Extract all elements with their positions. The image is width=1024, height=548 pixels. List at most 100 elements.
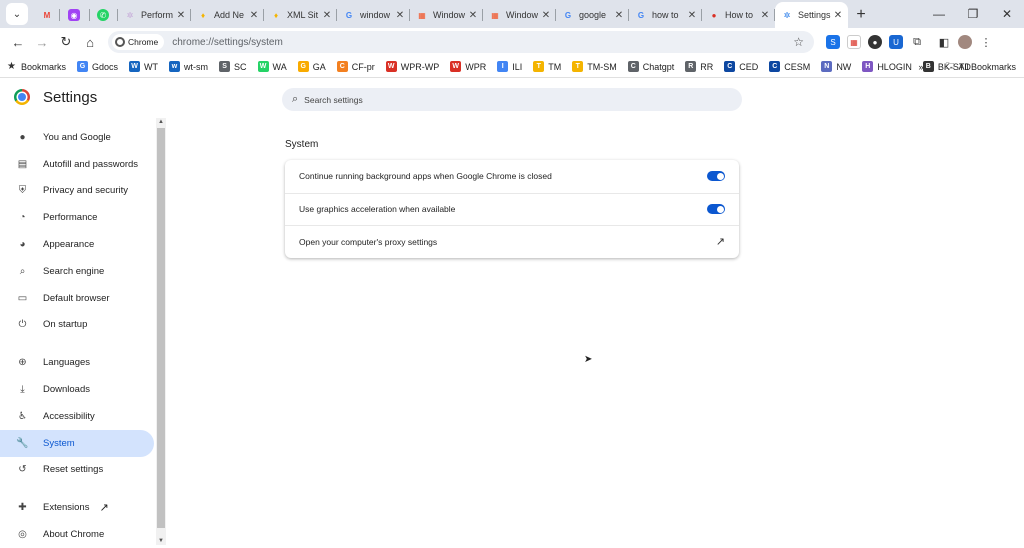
external-link-icon[interactable]: ↗ [716,235,725,248]
tab-0[interactable]: ✲ Perform ✕ [118,2,191,28]
graphics-acceleration-row[interactable]: Use graphics acceleration when available [285,192,739,226]
pinned-tab-gmail[interactable]: M [34,2,60,28]
sidebar-item-about-chrome[interactable]: ◎ About Chrome [0,521,156,548]
bookmark-item[interactable]: C CF-pr [336,61,375,72]
close-tab-icon[interactable]: ✕ [686,10,698,21]
scrollbar-thumb[interactable] [157,128,165,528]
sidebar-scrollbar[interactable]: ▲ ▼ [156,118,166,545]
forward-button[interactable]: → [30,30,54,54]
tab-5[interactable]: ▦ Window ✕ [483,2,556,28]
close-window-button[interactable]: ✕ [990,0,1024,28]
sidebar-item-default-browser[interactable]: ▭ Default browser [0,285,156,312]
sidebar-item-accessibility[interactable]: ♿ Accessibility [0,403,156,430]
search-input[interactable]: ⌕ Search settings [282,88,742,111]
proxy-settings-row[interactable]: Open your computer's proxy settings ↗ [285,225,739,258]
tab-title: Window [433,10,466,20]
bookmark-item[interactable]: T TM-SM [572,61,617,72]
mouse-cursor-icon: ➤ [584,354,593,365]
bookmark-item[interactable]: H HLOGIN [862,61,912,72]
sidebar-item-performance[interactable]: ◔ Performance [0,204,156,231]
all-bookmarks-button[interactable]: All Bookmarks [958,62,1016,72]
bookmark-item[interactable]: w wt-sm [169,61,208,72]
home-button[interactable]: ⌂ [78,30,102,54]
sidebar-item-reset-settings[interactable]: ↺ Reset settings [0,457,156,484]
menu-icon[interactable]: ⋮ [979,35,993,49]
minimize-button[interactable]: — [922,0,956,28]
close-tab-icon[interactable]: ✕ [759,10,771,21]
sidebar-item-downloads[interactable]: ⤓ Downloads [0,376,156,403]
extension-icon[interactable]: ● [868,35,882,49]
pinned-tab-app[interactable]: ◉ [60,2,90,28]
calendar-icon[interactable]: ▦ [847,35,861,49]
sidebar-item-privacy-and-security[interactable]: ⛨ Privacy and security [0,178,156,205]
bookmark-item[interactable]: W WT [129,61,158,72]
site-info-chip[interactable]: Chrome [112,34,165,50]
bookmark-item[interactable]: ★ Bookmarks [6,61,66,72]
tab-search-button[interactable]: ⌄ [6,3,28,25]
tab-7[interactable]: Ghow to ✕ [629,2,702,28]
window-controls: — ❐ ✕ [922,0,1024,28]
tab-9[interactable]: ✲ Settings ✕ [775,2,848,28]
sidebar-item-you-and-google[interactable]: ● You and Google [0,124,156,151]
graphics-acceleration-toggle[interactable] [707,204,725,215]
bookmarks-overflow-icon[interactable]: » [918,62,923,72]
tab-title: XML Sit [287,10,319,20]
sidebar-item-autofill-and-passwords[interactable]: ▤ Autofill and passwords [0,151,156,178]
tab-1[interactable]: ♦ Add Ne ✕ [191,2,264,28]
scroll-down-icon[interactable]: ▼ [158,538,164,544]
sidebar-item-extensions[interactable]: ✚ Extensions ↗ [0,494,156,521]
puzzle-icon[interactable]: ⧉ [910,35,924,49]
sidebar-item-appearance[interactable]: ◕ Appearance [0,231,156,258]
bookmark-item[interactable]: S SC [219,61,247,72]
bookmark-item[interactable]: W WA [257,61,287,72]
close-tab-icon[interactable]: ✕ [394,10,406,21]
side-panel-icon[interactable]: ◧ [937,35,951,49]
sidebar-item-label: Accessibility [43,410,95,422]
close-tab-icon[interactable]: ✕ [321,10,333,21]
omnibox[interactable]: Chrome chrome://settings/system ☆ [108,31,814,53]
close-tab-icon[interactable]: ✕ [467,10,479,21]
tab-2[interactable]: ♦ XML Sit ✕ [264,2,337,28]
tab-8[interactable]: ● How to ✕ [702,2,775,28]
bookmark-item[interactable]: C CESM [769,61,810,72]
bookmark-item[interactable]: C Chatgpt [627,61,674,72]
sidebar-item-languages[interactable]: ⊕ Languages [0,349,156,376]
tab-4[interactable]: ▦ Window ✕ [410,2,483,28]
extension-icon[interactable]: S [826,35,840,49]
bookmark-item[interactable]: I ILI [497,61,522,72]
extension-icon[interactable]: U [889,35,903,49]
bookmark-item[interactable]: G Gdocs [77,61,118,72]
sidebar-item-system[interactable]: 🔧 System [0,429,154,457]
tab-title: How to [725,10,754,20]
pinned-tab-whatsapp[interactable]: ✆ [90,2,118,28]
close-tab-icon[interactable]: ✕ [613,10,625,21]
sidebar-divider [0,338,156,349]
background-apps-toggle[interactable] [707,171,725,182]
close-tab-icon[interactable]: ✕ [832,10,844,21]
background-apps-row[interactable]: Continue running background apps when Go… [285,160,739,193]
bookmark-item[interactable]: T TM [533,61,561,72]
bookmark-item[interactable]: G GA [297,61,326,72]
avatar[interactable] [958,35,972,49]
sidebar-item-search-engine[interactable]: ⌕ Search engine [0,258,156,285]
new-tab-button[interactable]: + [848,2,874,28]
close-tab-icon[interactable]: ✕ [540,10,552,21]
url-text[interactable]: chrome://settings/system [172,37,793,48]
bookmark-label: HLOGIN [877,61,912,72]
bookmark-item[interactable]: C CED [724,61,758,72]
back-button[interactable]: ← [6,30,30,54]
sidebar-item-on-startup[interactable]: ⏻ On startup [0,312,156,339]
tab-3[interactable]: Gwindow ✕ [337,2,410,28]
close-tab-icon[interactable]: ✕ [248,10,260,21]
sidebar-item-label: Languages [43,357,91,369]
scroll-up-icon[interactable]: ▲ [158,119,164,125]
close-tab-icon[interactable]: ✕ [175,10,187,21]
bookmark-item[interactable]: N NW [821,61,851,72]
reload-button[interactable]: ↻ [54,30,78,54]
bookmark-item[interactable]: W WPR [450,61,486,72]
bookmark-star-icon[interactable]: ☆ [793,35,804,49]
bookmark-item[interactable]: R RR [685,61,713,72]
tab-6[interactable]: Ggoogle ✕ [556,2,629,28]
restore-button[interactable]: ❐ [956,0,990,28]
bookmark-item[interactable]: W WPR-WP [385,61,439,72]
